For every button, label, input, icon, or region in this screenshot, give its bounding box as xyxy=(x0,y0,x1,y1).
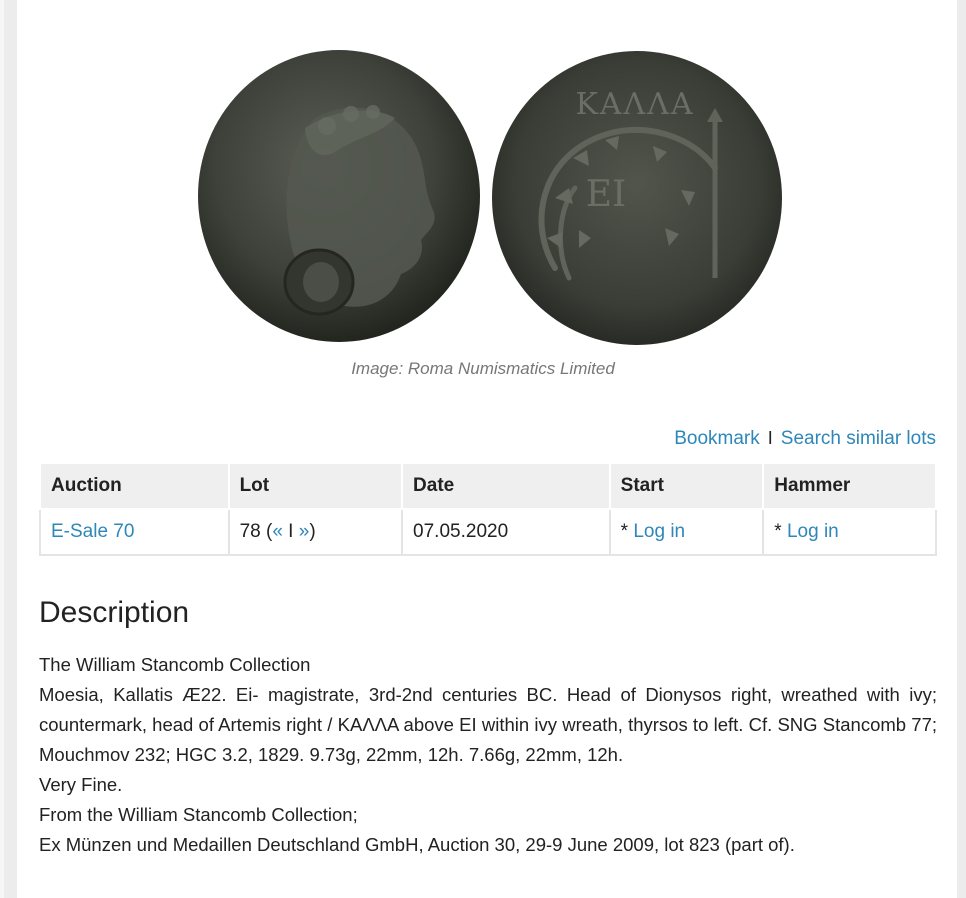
reverse-legend-center: ΕΙ xyxy=(586,174,627,215)
coin-obverse xyxy=(198,50,480,342)
coin-reverse: ΚΑΛΛΑ ΕΙ xyxy=(492,51,782,345)
column-header-auction: Auction xyxy=(39,462,230,510)
start-prefix: * xyxy=(620,521,634,542)
lot-info-table: Auction Lot Date Start Hammer E-Sale 70 … xyxy=(39,462,937,556)
hammer-cell: * Log in xyxy=(762,508,937,556)
column-header-lot: Lot xyxy=(227,462,404,510)
table-header-row: Auction Lot Date Start Hammer xyxy=(39,462,937,510)
next-lot-link[interactable]: » xyxy=(299,521,310,542)
description-line: Ex Münzen und Medaillen Deutschland GmbH… xyxy=(39,834,795,855)
start-login-link[interactable]: Log in xyxy=(633,521,685,542)
description-heading: Description xyxy=(39,596,190,629)
coin-image[interactable]: ΚΑΛΛΑ ΕΙ xyxy=(195,48,785,346)
lot-cell: 78 (« I ») xyxy=(227,508,404,556)
reverse-legend-top: ΚΑΛΛΑ xyxy=(575,87,694,122)
page-left-edge xyxy=(0,0,4,898)
previous-lot-link[interactable]: « xyxy=(272,521,283,542)
column-header-start: Start xyxy=(608,462,765,510)
start-cell: * Log in xyxy=(608,508,765,556)
table-row: E-Sale 70 78 (« I ») 07.05.2020 * Log in… xyxy=(39,508,937,556)
lot-actions: Bookmark I Search similar lots xyxy=(674,428,936,450)
description-line: Very Fine. xyxy=(39,774,123,795)
search-similar-lots-link[interactable]: Search similar lots xyxy=(781,428,936,449)
hammer-prefix: * xyxy=(774,521,787,542)
column-header-hammer: Hammer xyxy=(762,462,937,510)
auction-link[interactable]: E-Sale 70 xyxy=(51,521,134,542)
description-line: From the William Stancomb Collection; xyxy=(39,804,358,825)
auction-cell: E-Sale 70 xyxy=(39,508,230,556)
date-cell: 07.05.2020 xyxy=(401,508,611,556)
column-header-date: Date xyxy=(401,462,611,510)
image-caption: Image: Roma Numismatics Limited xyxy=(351,359,615,378)
bookmark-link[interactable]: Bookmark xyxy=(674,428,760,449)
description-line: Moesia, Kallatis Æ22. Ei- magistrate, 3r… xyxy=(39,684,937,765)
description-body: The William Stancomb Collection Moesia, … xyxy=(39,650,937,860)
lot-close-paren: ) xyxy=(309,521,316,542)
lot-number: 78 ( xyxy=(239,521,273,542)
hammer-login-link[interactable]: Log in xyxy=(787,521,839,542)
lot-nav-separator: I xyxy=(282,521,299,542)
action-separator: I xyxy=(767,428,773,448)
description-line: The William Stancomb Collection xyxy=(39,654,311,675)
